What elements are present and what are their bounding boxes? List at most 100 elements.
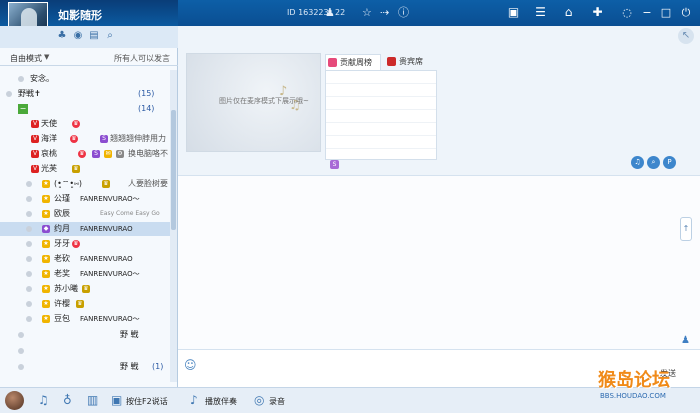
status-dot [18, 348, 24, 354]
info-icon[interactable]: ⓘ [398, 7, 409, 19]
list-item[interactable]: ★ 牙牙 ♛ [0, 237, 170, 251]
member-signature: FANRENVURAO～ [80, 270, 140, 278]
app-window: 0 如影随形 ID 163223 ♟ 22 ☆ ⇢ ⓘ ▣ ☰ ⌂ ✚ ◌ − … [0, 0, 700, 413]
list-item[interactable]: V 海洋 ♛ S 翘翘翘伸脖用力 [0, 132, 170, 146]
search-icon[interactable]: ⌕ [647, 156, 660, 169]
member-name: 公瑾 [54, 194, 70, 203]
list-item[interactable]: ★ 老奖 FANRENVURAO～ [0, 267, 170, 281]
list-item[interactable]: V 哀桃 ♛ S ✉ ⚙ 换电脑咯不 [0, 147, 170, 161]
equalizer-icon[interactable]: ▥ [87, 393, 98, 407]
list-item[interactable] [0, 344, 170, 358]
tab-contribution-weekly[interactable]: 贡献周榜 [325, 54, 381, 70]
list-item [326, 123, 436, 136]
member-name: 海洋 [41, 134, 57, 143]
level-icon: ★ [42, 210, 50, 218]
crown-icon: ♛ [82, 285, 90, 293]
location-icon[interactable]: ◉ [72, 30, 84, 42]
vip-icon: V [31, 165, 39, 173]
s-badge-icon: S [92, 150, 100, 158]
bell-icon[interactable]: ♫ [631, 156, 644, 169]
member-signature: FANRENVURAO [80, 225, 133, 233]
list-item[interactable]: − (14) [0, 102, 170, 116]
message-icon[interactable]: ▤ [88, 30, 100, 42]
crown-icon: ♛ [78, 150, 86, 158]
record-icon[interactable]: ◎ [254, 393, 264, 407]
member-name: 老奖 [54, 269, 70, 278]
member-signature: Easy Come Easy Go [100, 210, 160, 217]
person-icon[interactable]: ♟ [681, 335, 690, 346]
push-to-talk-button[interactable]: 按住F2说话 [126, 396, 168, 407]
status-dot [26, 256, 32, 262]
level-icon: ★ [42, 315, 50, 323]
list-item[interactable]: ◆ 约月 FANRENVURAO [0, 222, 170, 236]
list-item[interactable]: ★ (•͈⌔•͈⑅) ♛ 人要脸树要 [0, 177, 170, 191]
list-item[interactable]: 野 戦 (1) [0, 360, 170, 374]
group-icon[interactable]: ♣ [56, 30, 68, 42]
list-item[interactable]: ★ 豆包 FANRENVURAO～ [0, 312, 170, 326]
channel-name: 安念。 [30, 74, 54, 83]
accompany-button[interactable]: 播放伴奏 [205, 396, 237, 407]
list-item[interactable]: ★ 老砍 FANRENVURAO [0, 252, 170, 266]
list-item[interactable]: V 光芙 ♛ [0, 162, 170, 176]
scrollbar-thumb[interactable] [171, 110, 176, 230]
microphone-icon[interactable]: ♁ [63, 393, 72, 407]
member-name: 欧辰 [54, 209, 70, 218]
crown-icon: ♛ [72, 240, 80, 248]
my-avatar[interactable] [5, 391, 24, 410]
member-tree: 安念。 野戦✝ (15) − (14) V 天使 ♛ V 海洋 ♛ S 翘翘翘伸… [0, 70, 170, 382]
list-item[interactable]: 野 戦 [0, 328, 170, 342]
room-id: ID 163223 [287, 8, 329, 17]
vip-icon: V [31, 150, 39, 158]
crown-icon: ♛ [102, 180, 110, 188]
p-icon[interactable]: P [663, 156, 676, 169]
star-icon[interactable]: ☆ [362, 7, 372, 19]
list-item[interactable]: 野戦✝ (15) [0, 87, 170, 101]
music-icon[interactable]: ♪ [190, 393, 198, 407]
member-scrollbar[interactable] [170, 70, 177, 382]
list-item [326, 97, 436, 110]
mode-select[interactable]: 自由模式 [10, 53, 42, 64]
record-button[interactable]: 录音 [269, 396, 285, 407]
watermark-title: 猴岛论坛 [598, 370, 670, 391]
status-dot [6, 91, 12, 97]
member-signature: 人要脸树要 [128, 179, 168, 188]
emoji-icon[interactable]: ☺ [184, 358, 197, 372]
list-item[interactable]: 安念。 [0, 72, 170, 86]
tv-icon[interactable]: ▣ [505, 4, 522, 21]
list-item[interactable]: ★ 欧辰 Easy Come Easy Go [0, 207, 170, 221]
list-item[interactable]: ★ 许樱 ♛ [0, 297, 170, 311]
list-item[interactable]: ★ 苏小曦 ♛ [0, 282, 170, 296]
search-icon[interactable]: ⌕ [104, 30, 116, 42]
minimize-button[interactable]: − [640, 6, 654, 20]
member-panel: ♣ ◉ ▤ ⌕ 自由模式 ▼ 所有人可以发言 安念。 野戦✝ (15) − (1… [0, 26, 178, 387]
member-signature: 翘翘翘伸脖用力 [110, 134, 166, 143]
home-icon[interactable]: ⌂ [560, 4, 577, 21]
tab-vip-seats[interactable]: 贵宾席 [385, 54, 433, 70]
power-button[interactable]: ⏻ [679, 6, 693, 20]
crown-icon: ♛ [72, 120, 80, 128]
maximize-button[interactable]: □ [659, 6, 673, 20]
member-name: 天使 [41, 119, 57, 128]
level-icon: ★ [42, 240, 50, 248]
level-icon: ★ [42, 270, 50, 278]
skin-icon[interactable]: ◌ [620, 6, 634, 20]
level-icon: ★ [42, 255, 50, 263]
s-badge-icon[interactable]: S [330, 160, 339, 169]
member-name: 苏小曦 [54, 284, 78, 293]
f2-icon[interactable]: ▣ [111, 393, 122, 407]
member-signature: FANRENVURAO～ [80, 195, 140, 203]
ranking-list [325, 70, 437, 160]
chevron-down-icon[interactable]: ▼ [44, 53, 49, 61]
list-icon[interactable]: ☰ [532, 4, 549, 21]
share-icon[interactable]: ⇢ [380, 7, 389, 19]
list-item[interactable]: V 天使 ♛ [0, 117, 170, 131]
scroll-up-icon[interactable]: ↑ [680, 217, 692, 241]
chat-messages[interactable]: ↑ ♟ [178, 177, 700, 349]
gamepad-icon[interactable]: ✚ [589, 4, 606, 21]
status-dot [26, 181, 32, 187]
collapse-icon[interactable]: − [18, 104, 28, 114]
s-badge-icon: S [100, 135, 108, 143]
collapse-arrow-icon[interactable]: ↖ [678, 28, 694, 44]
list-item[interactable]: ★ 公瑾 FANRENVURAO～ [0, 192, 170, 206]
speaker-icon[interactable]: ♫ [38, 393, 49, 407]
